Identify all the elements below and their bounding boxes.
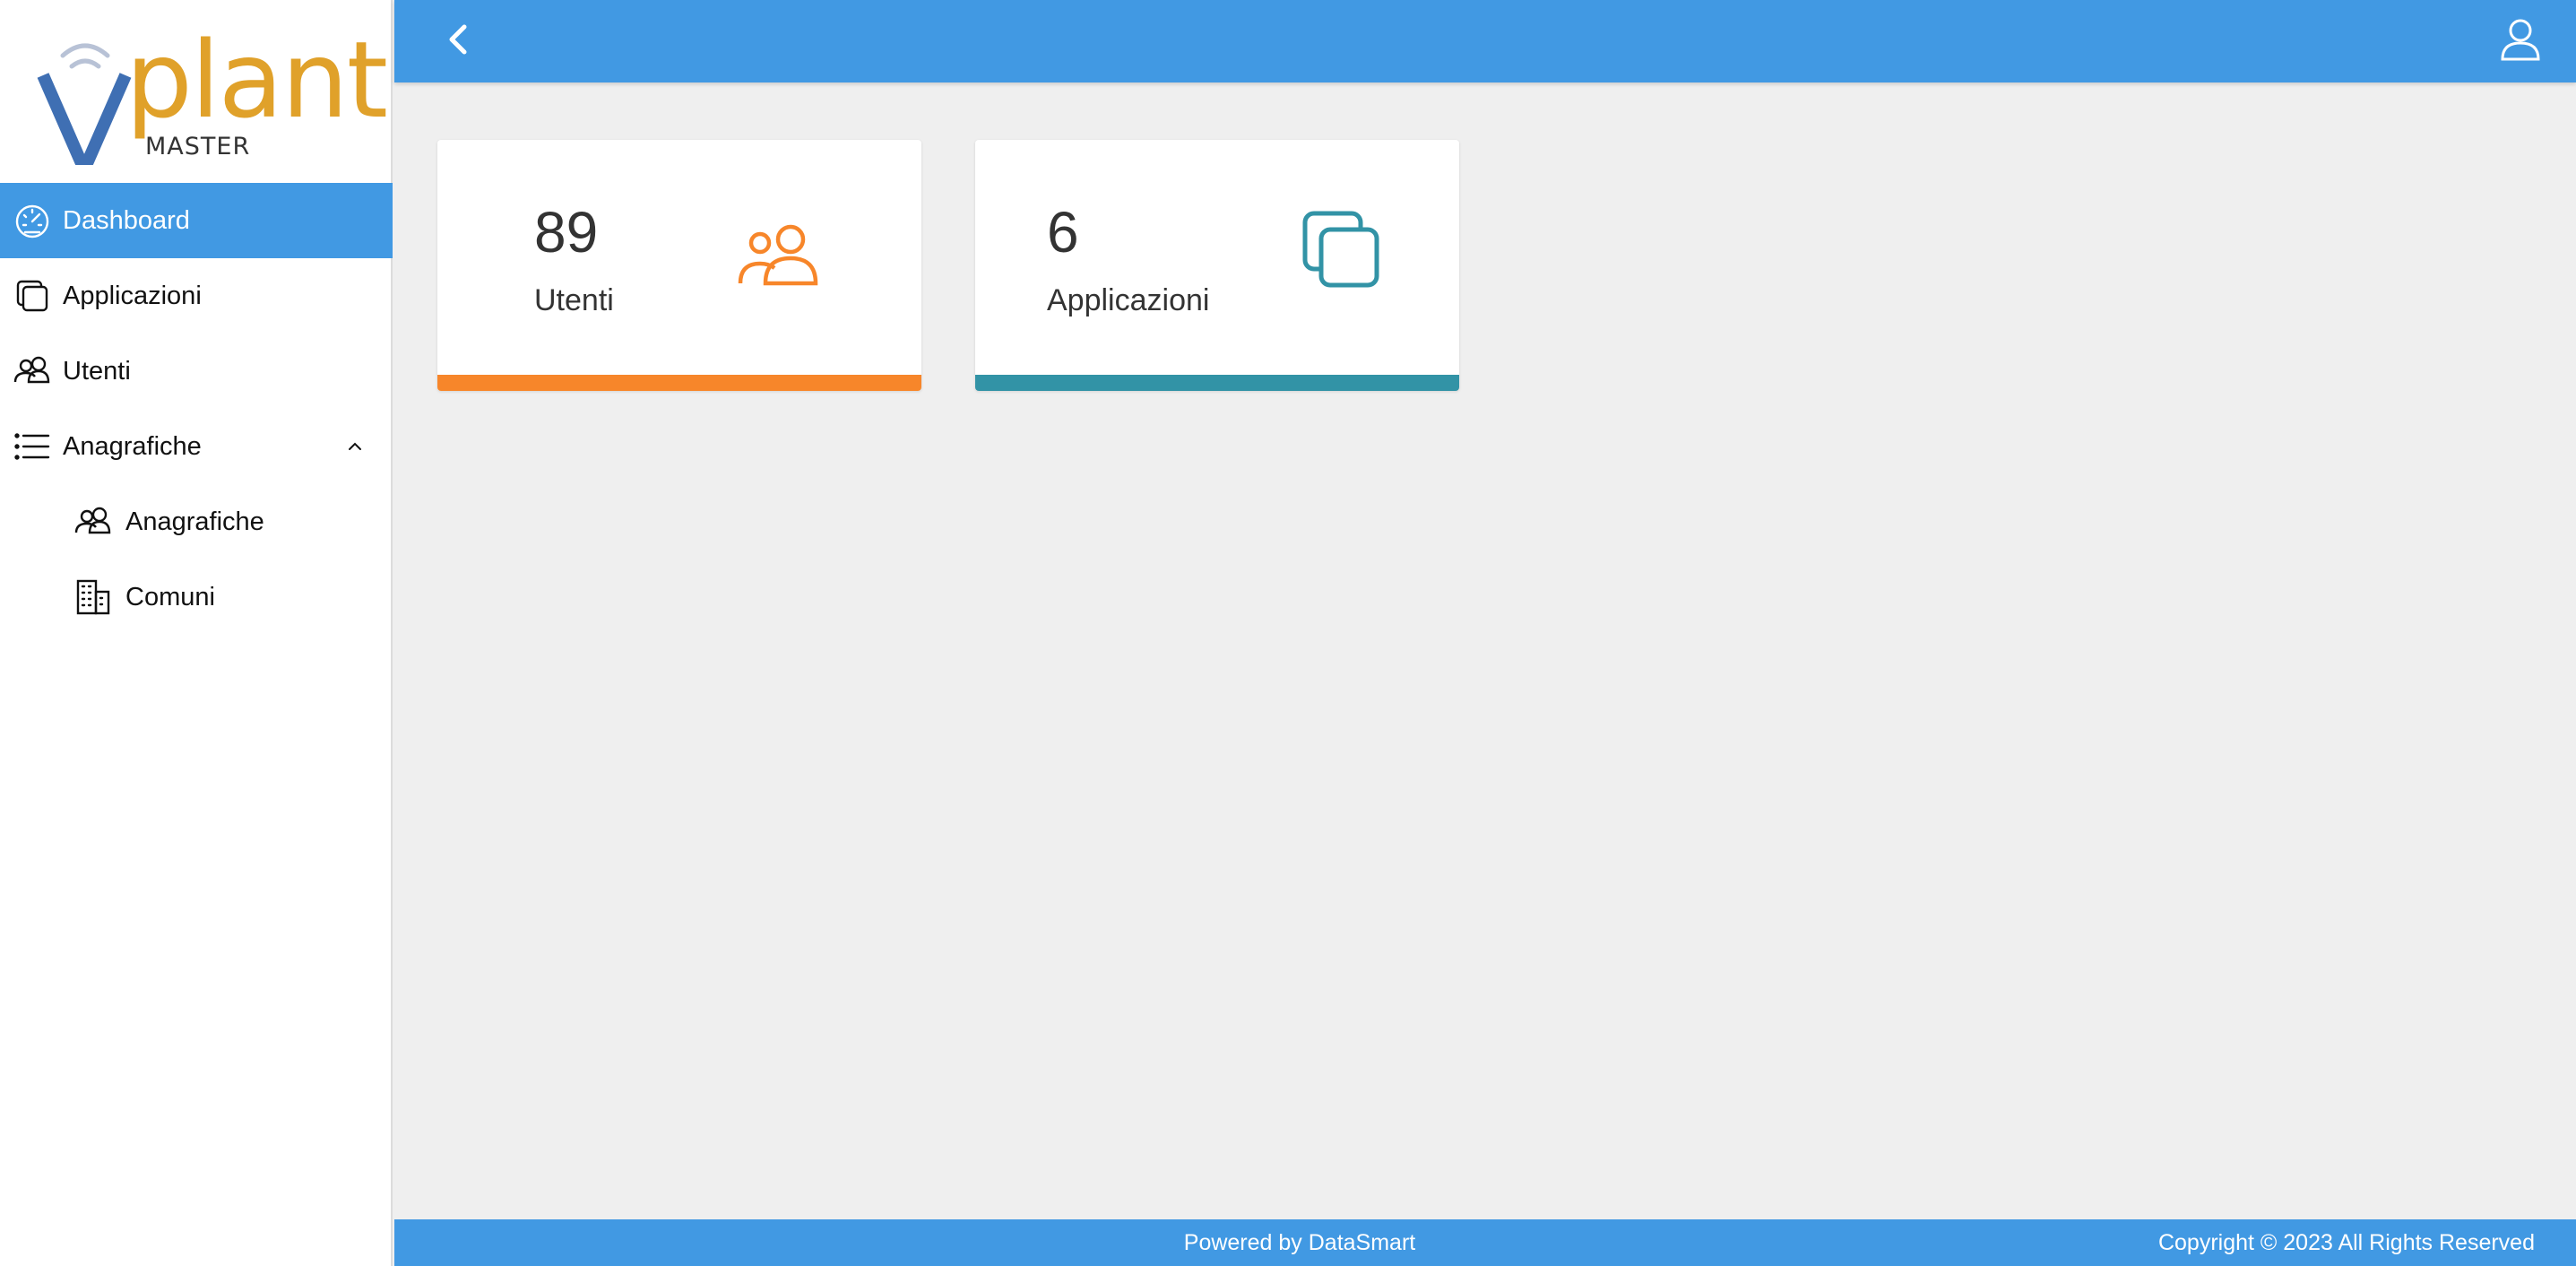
sidebar-item-anagrafiche-group[interactable]: Anagrafiche [0,409,393,484]
sidebar-item-dashboard[interactable]: Dashboard [0,183,393,258]
speedometer-icon [15,204,49,238]
stat-card-applicazioni[interactable]: 6 Applicazioni [975,140,1459,391]
footer: Powered by DataSmart Copyright © 2023 Al… [394,1219,2576,1266]
sidebar-item-utenti[interactable]: Utenti [0,334,393,409]
stat-count: 89 [534,200,599,264]
stat-card-utenti[interactable]: 89 Utenti [437,140,921,391]
chevron-up-icon[interactable] [344,436,366,457]
copyright-text: Copyright © 2023 All Rights Reserved [2157,1230,2535,1255]
logo-subtitle: MASTER [145,133,251,160]
sidebar-item-label: Comuni [125,582,215,611]
users-icon [74,507,111,534]
sidebar-item-label: Anagrafiche [63,431,202,461]
sidebar-item-anagrafiche[interactable]: Anagrafiche [0,484,393,559]
sidebar-item-comuni[interactable]: Comuni [0,559,393,635]
user-icon[interactable] [2494,13,2547,66]
sidebar: plant MASTER Dashboard Applicazioni Uten… [0,0,393,1266]
users-icon [13,356,50,384]
copy-icon [1302,211,1379,288]
powered-by-text: Powered by DataSmart [1183,1230,1416,1255]
sidebar-item-label: Utenti [63,356,131,386]
stat-label: Utenti [534,283,614,317]
sidebar-item-label: Applicazioni [63,281,202,310]
stat-label: Applicazioni [1047,283,1210,317]
stat-count: 6 [1047,200,1079,264]
sidebar-item-label: Dashboard [63,205,190,235]
chevron-left-icon[interactable] [436,16,486,66]
sidebar-item-label: Anagrafiche [125,507,264,536]
sidebar-item-applicazioni[interactable]: Applicazioni [0,258,393,334]
logo-wordmark: plant [125,18,388,142]
top-bar [394,0,2576,82]
stat-accent-bar [975,375,1459,391]
copy-icon [16,280,48,312]
users-icon [738,224,818,286]
app-logo[interactable]: plant MASTER [0,0,393,183]
stat-accent-bar [437,375,921,391]
building-icon [76,579,110,615]
list-icon [14,433,50,460]
